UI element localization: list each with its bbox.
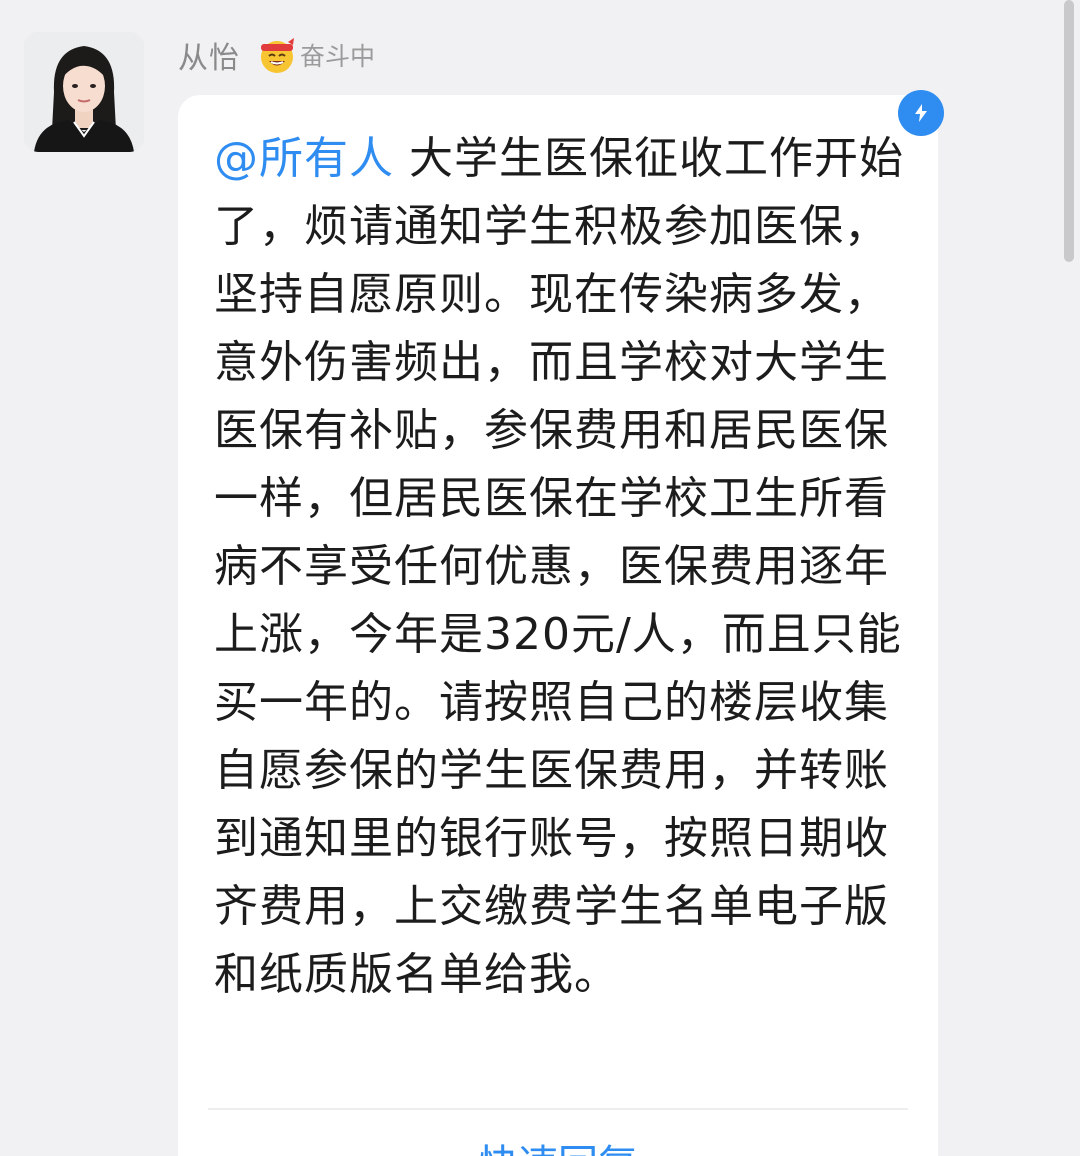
mention-all[interactable]: @所有人 (214, 133, 394, 184)
sender-name[interactable]: 从怡 (178, 33, 240, 77)
divider (208, 1108, 908, 1110)
message-text: @所有人 大学生医保征收工作开始了，烦请通知学生积极参加医保，坚持自愿原则。现在… (214, 125, 914, 1009)
avatar-photo (24, 32, 144, 152)
status-text: 奋斗中 (300, 42, 376, 71)
scrollbar[interactable] (1064, 0, 1074, 262)
status-badge: 奋斗中 (256, 34, 375, 76)
smiling-face-with-headband-icon (261, 38, 294, 73)
message-body: 大学生医保征收工作开始了，烦请通知学生积极参加医保，坚持自愿原则。现在传染病多发… (214, 133, 904, 1000)
chat-view: 从怡 奋斗中 @所有人 大学生医保征收工作开始了，烦请通知学生积极参加医保，坚持… (0, 0, 1080, 1156)
quick-reply-button[interactable]: 快速回复 (178, 1132, 938, 1156)
avatar[interactable] (24, 32, 144, 152)
sender-row: 从怡 奋斗中 (178, 32, 375, 78)
